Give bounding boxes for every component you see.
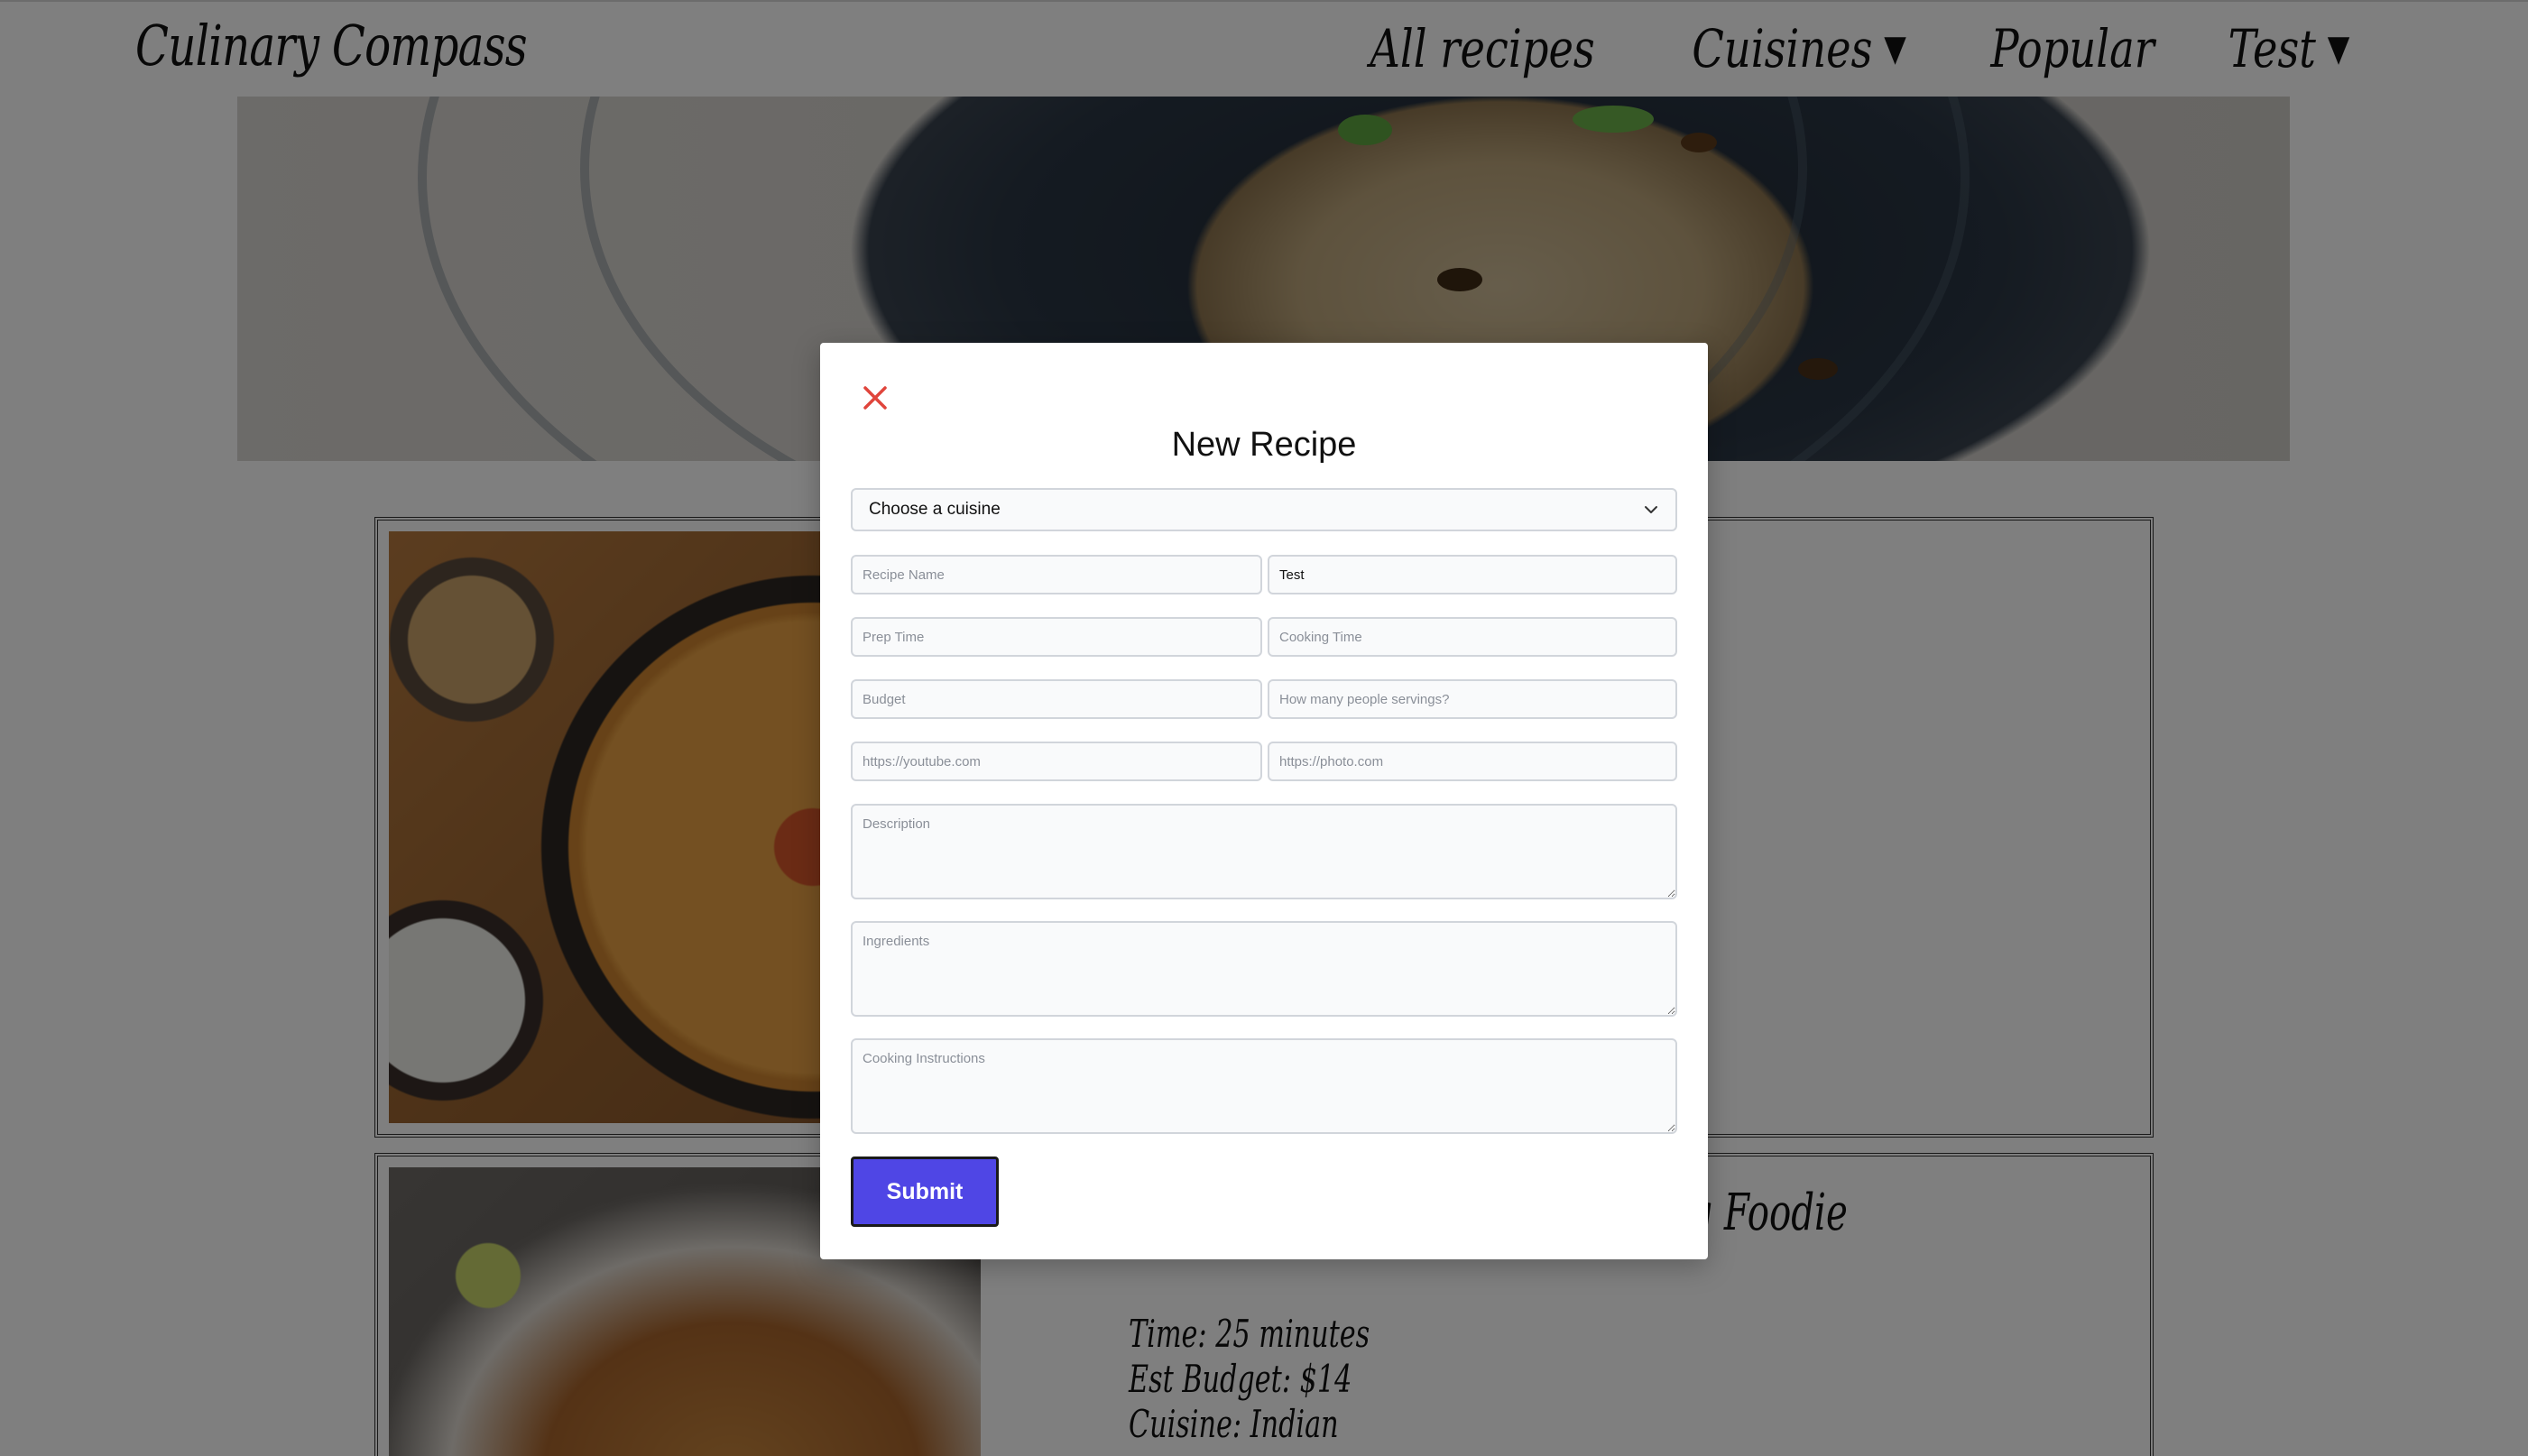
new-recipe-modal: New Recipe Choose a cuisine Submit xyxy=(820,343,1708,1259)
youtube-url-input[interactable] xyxy=(851,742,1262,781)
page: Culinary Compass All recipes Cuisines ▼ … xyxy=(0,0,2528,1456)
recipe-name-input[interactable] xyxy=(851,555,1262,594)
modal-title: New Recipe xyxy=(1171,426,1357,464)
close-icon[interactable] xyxy=(853,375,898,420)
servings-input[interactable] xyxy=(1268,679,1677,719)
cuisine-select[interactable]: Choose a cuisine xyxy=(851,488,1677,531)
description-textarea[interactable] xyxy=(851,804,1677,899)
recipe-author-input[interactable] xyxy=(1268,555,1677,594)
cooking-instructions-textarea[interactable] xyxy=(851,1038,1677,1134)
prep-time-input[interactable] xyxy=(851,617,1262,657)
photo-url-input[interactable] xyxy=(1268,742,1677,781)
ingredients-textarea[interactable] xyxy=(851,921,1677,1017)
cooking-time-input[interactable] xyxy=(1268,617,1677,657)
cuisine-select-value: Choose a cuisine xyxy=(869,500,1001,519)
submit-button[interactable]: Submit xyxy=(851,1157,999,1227)
budget-input[interactable] xyxy=(851,679,1262,719)
chevron-down-icon xyxy=(1645,506,1657,513)
